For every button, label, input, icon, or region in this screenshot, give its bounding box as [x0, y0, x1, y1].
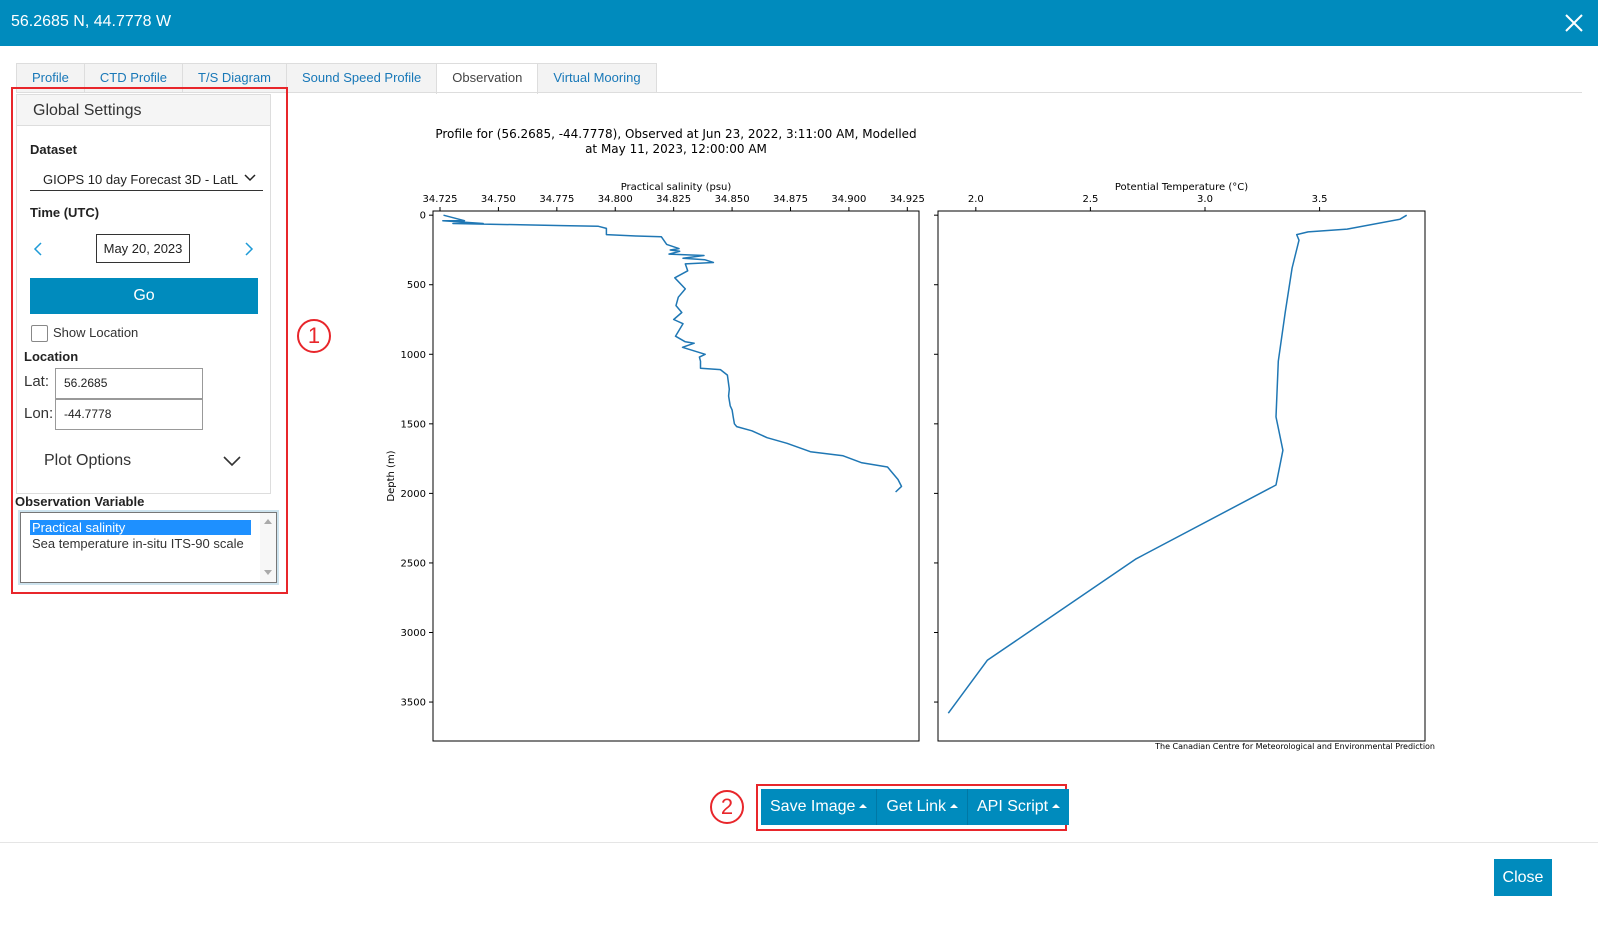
x-tick-label: 3.5: [1312, 194, 1328, 205]
y-tick-label: 2000: [401, 489, 426, 500]
export-button-group: Save Image Get Link API Script: [761, 789, 1070, 825]
chart-title-line-1: Profile for (56.2685, -44.7778), Observe…: [435, 127, 916, 141]
x-tick-label: 34.725: [423, 194, 458, 205]
dialog-header: 56.2685 N, 44.7778 W: [0, 0, 1598, 46]
tab-observation[interactable]: Observation: [436, 63, 539, 94]
x-tick-label: 34.875: [773, 194, 808, 205]
caret-up-icon: [1052, 804, 1061, 808]
close-icon[interactable]: [1564, 13, 1584, 33]
caret-up-icon: [949, 804, 958, 808]
x-tick-label: 34.825: [656, 194, 691, 205]
annotation-box-1: [11, 87, 288, 594]
close-button[interactable]: Close: [1494, 859, 1552, 896]
profile-chart: Profile for (56.2685, -44.7778), Observe…: [380, 120, 1450, 760]
x-tick-label: 34.900: [831, 194, 866, 205]
y-tick-label: 3500: [401, 698, 426, 709]
caret-up-icon: [859, 804, 868, 808]
annotation-number-1: 1: [297, 319, 331, 353]
y-tick-label: 1000: [401, 350, 426, 361]
footer-divider: [0, 842, 1598, 843]
y-tick-label: 2500: [401, 558, 426, 569]
tab-sound-speed-profile[interactable]: Sound Speed Profile: [286, 63, 438, 93]
annotation-number-2: 2: [710, 790, 744, 824]
get-link-button[interactable]: Get Link: [877, 789, 968, 825]
x-tick-label: 34.800: [598, 194, 633, 205]
api-script-label: API Script: [976, 798, 1049, 815]
plot-frame-2: [937, 210, 1426, 742]
x-tick-label: 34.850: [715, 194, 750, 205]
x-axis-label-1: Practical salinity (psu): [621, 182, 732, 193]
save-image-button[interactable]: Save Image: [761, 789, 878, 825]
y-tick-label: 1500: [401, 419, 426, 430]
y-tick-label: 500: [407, 280, 426, 291]
plot-frame-1: [432, 210, 920, 742]
dialog-title: 56.2685 N, 44.7778 W: [11, 13, 172, 30]
api-script-button[interactable]: API Script: [967, 789, 1070, 825]
x-tick-label: 2.0: [968, 194, 984, 205]
x-tick-label: 2.5: [1082, 194, 1098, 205]
chart-svg: Profile for (56.2685, -44.7778), Observe…: [386, 127, 1435, 751]
y-tick-label: 0: [420, 211, 426, 222]
tab-virtual-mooring[interactable]: Virtual Mooring: [537, 63, 657, 93]
x-tick-label: 3.0: [1197, 194, 1213, 205]
chart-title-line-2: at May 11, 2023, 12:00:00 AM: [585, 142, 767, 156]
get-link-label: Get Link: [886, 798, 946, 815]
y-axis-label: Depth (m): [386, 450, 397, 501]
save-image-label: Save Image: [770, 798, 856, 815]
x-tick-label: 34.925: [890, 194, 925, 205]
y-tick-label: 3000: [401, 628, 426, 639]
x-tick-label: 34.750: [481, 194, 516, 205]
chart-credit: The Canadian Centre for Meteorological a…: [1154, 742, 1435, 751]
x-axis-label-2: Potential Temperature (°C): [1115, 182, 1248, 193]
x-tick-label: 34.775: [539, 194, 574, 205]
